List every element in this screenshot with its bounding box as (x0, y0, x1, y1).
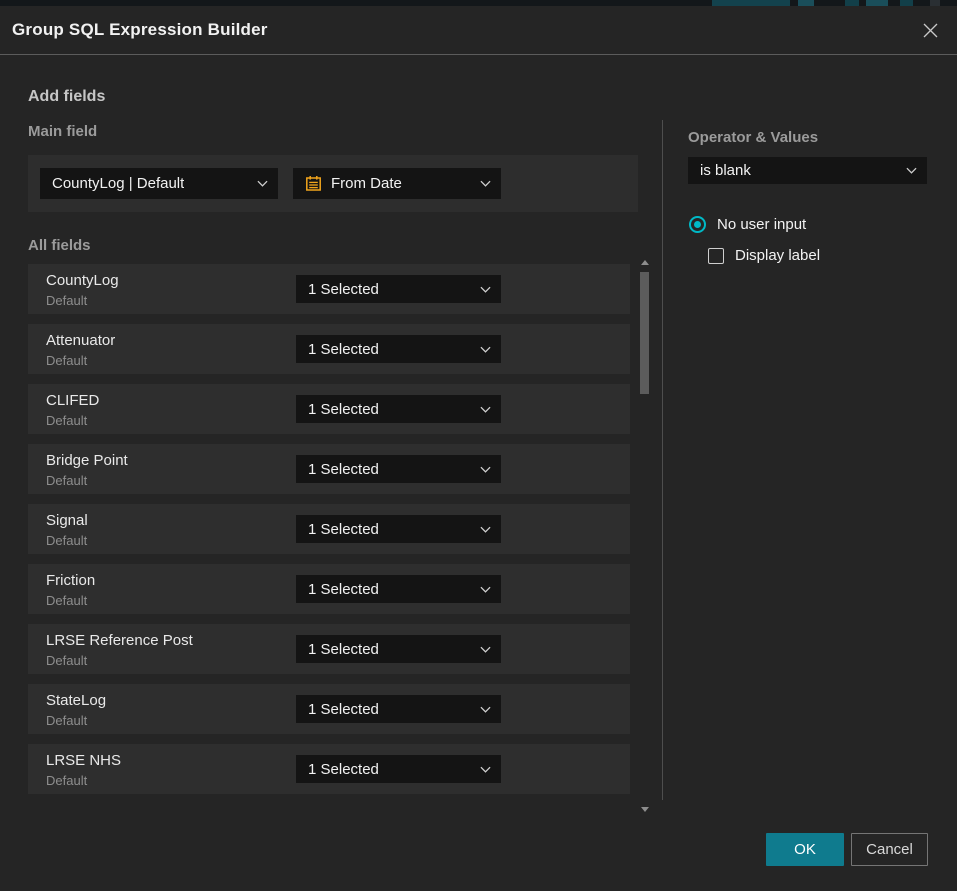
calendar-date-icon (305, 175, 322, 192)
field-row: StateLog Default 1 Selected (28, 684, 630, 734)
field-row-text: LRSE NHS Default (46, 752, 121, 788)
field-subtitle: Default (46, 413, 99, 428)
field-row-text: StateLog Default (46, 692, 106, 728)
field-values-dropdown[interactable]: 1 Selected (296, 635, 501, 663)
all-fields-label: All fields (28, 237, 91, 254)
field-name: Signal (46, 512, 88, 529)
field-values-dropdown-value: 1 Selected (308, 341, 379, 358)
chevron-down-icon (472, 766, 491, 773)
field-name: LRSE NHS (46, 752, 121, 769)
field-row: CLIFED Default 1 Selected (28, 384, 630, 434)
group-sql-expression-builder-dialog: Group SQL Expression Builder Add fields … (0, 6, 957, 891)
field-values-dropdown[interactable]: 1 Selected (296, 695, 501, 723)
field-name: StateLog (46, 692, 106, 709)
field-values-dropdown[interactable]: 1 Selected (296, 455, 501, 483)
field-subtitle: Default (46, 293, 119, 308)
ok-button[interactable]: OK (766, 833, 844, 866)
field-row-text: CLIFED Default (46, 392, 99, 428)
field-name: Bridge Point (46, 452, 128, 469)
field-name: CLIFED (46, 392, 99, 409)
field-row: CountyLog Default 1 Selected (28, 264, 630, 314)
field-values-dropdown-value: 1 Selected (308, 281, 379, 298)
add-fields-heading: Add fields (28, 88, 105, 106)
field-values-dropdown-value: 1 Selected (308, 701, 379, 718)
no-user-input-option[interactable]: No user input (689, 216, 806, 233)
field-row: Bridge Point Default 1 Selected (28, 444, 630, 494)
field-row-text: CountyLog Default (46, 272, 119, 308)
radio-selected-icon[interactable] (689, 216, 706, 233)
field-subtitle: Default (46, 353, 115, 368)
field-values-dropdown-value: 1 Selected (308, 461, 379, 478)
field-row: Attenuator Default 1 Selected (28, 324, 630, 374)
field-values-dropdown[interactable]: 1 Selected (296, 515, 501, 543)
field-row-text: Friction Default (46, 572, 95, 608)
display-label-option[interactable]: Display label (708, 247, 820, 264)
close-icon[interactable] (919, 19, 941, 41)
scroll-down-icon[interactable] (641, 807, 649, 812)
field-values-dropdown[interactable]: 1 Selected (296, 395, 501, 423)
scrollbar-thumb[interactable] (640, 272, 649, 394)
main-field-field-dropdown[interactable]: From Date (293, 168, 501, 199)
field-values-dropdown-value: 1 Selected (308, 521, 379, 538)
chevron-down-icon (472, 706, 491, 713)
chevron-down-icon (249, 180, 268, 187)
operator-values-label: Operator & Values (688, 129, 818, 146)
main-field-layer-dropdown-value: CountyLog | Default (52, 175, 184, 192)
field-row: Friction Default 1 Selected (28, 564, 630, 614)
chevron-down-icon (472, 526, 491, 533)
field-subtitle: Default (46, 713, 106, 728)
field-values-dropdown[interactable]: 1 Selected (296, 575, 501, 603)
main-field-field-dropdown-value: From Date (331, 175, 402, 192)
chevron-down-icon (898, 167, 917, 174)
field-values-dropdown[interactable]: 1 Selected (296, 335, 501, 363)
panel-divider (662, 120, 663, 800)
field-values-dropdown[interactable]: 1 Selected (296, 755, 501, 783)
field-values-dropdown[interactable]: 1 Selected (296, 275, 501, 303)
field-values-dropdown-value: 1 Selected (308, 581, 379, 598)
chevron-down-icon (472, 180, 491, 187)
field-values-dropdown-value: 1 Selected (308, 641, 379, 658)
field-name: CountyLog (46, 272, 119, 289)
operator-dropdown-value: is blank (700, 162, 751, 179)
field-row: LRSE Reference Post Default 1 Selected (28, 624, 630, 674)
dialog-title: Group SQL Expression Builder (12, 20, 268, 40)
chevron-down-icon (472, 646, 491, 653)
fields-list-scrollbar[interactable] (638, 258, 652, 814)
field-subtitle: Default (46, 653, 193, 668)
main-field-label: Main field (28, 123, 97, 140)
field-row-text: Signal Default (46, 512, 88, 548)
field-row: LRSE NHS Default 1 Selected (28, 744, 630, 794)
dialog-header: Group SQL Expression Builder (0, 6, 957, 55)
chevron-down-icon (472, 466, 491, 473)
field-values-dropdown-value: 1 Selected (308, 401, 379, 418)
chevron-down-icon (472, 406, 491, 413)
chevron-down-icon (472, 346, 491, 353)
field-subtitle: Default (46, 473, 128, 488)
field-subtitle: Default (46, 593, 95, 608)
field-subtitle: Default (46, 533, 88, 548)
checkbox-unchecked-icon[interactable] (708, 248, 724, 264)
all-fields-list: CountyLog Default 1 Selected Attenuator … (28, 264, 630, 804)
chevron-down-icon (472, 586, 491, 593)
field-row-text: Bridge Point Default (46, 452, 128, 488)
field-name: Attenuator (46, 332, 115, 349)
chevron-down-icon (472, 286, 491, 293)
scroll-up-icon[interactable] (641, 260, 649, 265)
field-row-text: Attenuator Default (46, 332, 115, 368)
field-name: LRSE Reference Post (46, 632, 193, 649)
field-row: Signal Default 1 Selected (28, 504, 630, 554)
field-row-text: LRSE Reference Post Default (46, 632, 193, 668)
main-field-panel: CountyLog | Default From Date (28, 155, 638, 212)
operator-dropdown[interactable]: is blank (688, 157, 927, 184)
no-user-input-label: No user input (717, 216, 806, 233)
display-label-label: Display label (735, 247, 820, 264)
main-field-layer-dropdown[interactable]: CountyLog | Default (40, 168, 278, 199)
field-subtitle: Default (46, 773, 121, 788)
field-name: Friction (46, 572, 95, 589)
cancel-button[interactable]: Cancel (851, 833, 928, 866)
field-values-dropdown-value: 1 Selected (308, 761, 379, 778)
